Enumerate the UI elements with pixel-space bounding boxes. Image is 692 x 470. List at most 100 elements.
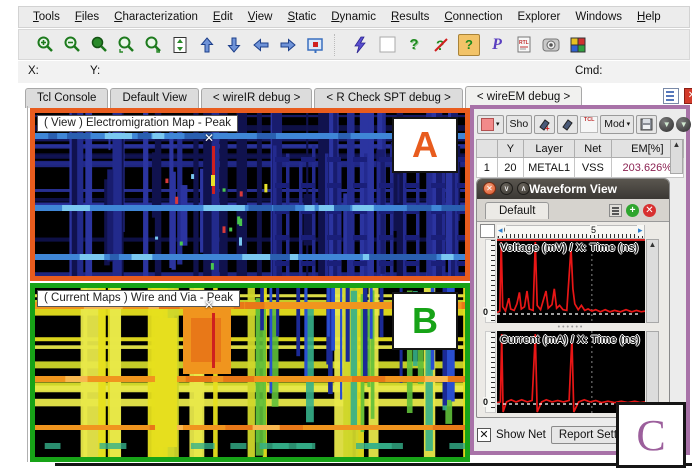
add-highlight-icon: + — [538, 118, 551, 131]
column-Net: Net — [575, 140, 612, 158]
annotation-c: C — [616, 402, 686, 468]
y-coordinate-label: Y: — [90, 65, 100, 77]
cell: METAL1 — [524, 158, 575, 178]
mode-dropdown[interactable]: Mod▾ — [600, 115, 634, 134]
highlight-color-button[interactable]: ▾ — [477, 115, 504, 134]
move-left-icon[interactable] — [251, 35, 271, 55]
plot-divider[interactable]: •••••• — [497, 323, 645, 331]
script-icon[interactable]: P — [487, 35, 507, 55]
menu-results[interactable]: Results — [391, 11, 429, 23]
column-Layer: Layer — [524, 140, 575, 158]
table-scrollbar[interactable]: ▲ — [670, 139, 683, 174]
menu-bar: Tools Files Characterization Edit View Static… — [18, 6, 690, 28]
current-waveform-plot[interactable]: Current (mA) / X: Time (ns) — [497, 331, 645, 413]
menu-windows[interactable]: Windows — [575, 11, 622, 23]
save-report-button[interactable] — [636, 115, 657, 134]
table-row[interactable]: 120METAL1VSS203.626% — [477, 158, 684, 178]
window-maximize-button[interactable]: ∧ — [517, 182, 530, 195]
report-settings-button[interactable]: Report Sett — [551, 426, 625, 444]
waveform-tab-default[interactable]: Default — [485, 202, 549, 219]
move-down-icon[interactable] — [224, 35, 244, 55]
selected-net-marker-b: ✕ — [204, 298, 214, 312]
tab-r-check-spt-debug[interactable]: < R Check SPT debug > — [314, 88, 462, 108]
waveform-view-window: Waveform View ✕ ∨ ∧ Default + ✕ 0 5 ◂ — [476, 178, 670, 418]
flash-icon[interactable] — [350, 35, 370, 55]
zoom-box-icon[interactable] — [116, 35, 136, 55]
snapshot-icon[interactable] — [305, 35, 325, 55]
add-highlight-button[interactable]: + — [534, 115, 555, 134]
report-icon[interactable]: RTL — [514, 35, 534, 55]
application-window: Tools Files Characterization Edit View Static… — [0, 0, 692, 470]
add-waveform-button[interactable]: + — [626, 204, 639, 217]
menu-dynamic[interactable]: Dynamic — [331, 11, 376, 23]
menu-connection[interactable]: Connection — [444, 11, 502, 23]
violation-line-a — [212, 146, 215, 194]
zoom-in-icon[interactable] — [35, 35, 55, 55]
save-icon — [640, 118, 653, 131]
table-header-row: YLayerNetEM[%] — [477, 140, 684, 158]
waveform-list-icon[interactable] — [609, 204, 622, 217]
nav-down-button-1[interactable]: ▼ — [659, 117, 674, 132]
menu-view[interactable]: View — [248, 11, 273, 23]
zoom-out-icon[interactable] — [62, 35, 82, 55]
move-up-icon[interactable] — [197, 35, 217, 55]
tab-wireir-debug[interactable]: < wireIR debug > — [201, 88, 313, 108]
coordinate-bar: X: Y: Cmd: — [18, 61, 690, 83]
cell: 1 — [477, 158, 498, 178]
current-map-panel[interactable]: ( Current Maps ) Wire and Via - Peak ✕ B — [30, 283, 470, 462]
svg-text:RTL: RTL — [519, 40, 529, 46]
show-net-label: Show Net — [496, 429, 546, 441]
toolbar: ??? P RTL — [18, 29, 690, 60]
waveform-window-title: Waveform View — [529, 182, 617, 196]
voltage-waveform-plot[interactable]: Voltage (mV) / X: Time (ns) — [497, 239, 645, 323]
zoom-full-icon[interactable] — [89, 35, 109, 55]
map-a-title: ( View ) Electromigration Map - Peak — [37, 115, 238, 132]
x-coordinate-label: X: — [28, 65, 39, 77]
close-waveform-button[interactable]: ✕ — [643, 204, 656, 217]
console-layout-icon[interactable] — [663, 88, 679, 104]
menu-characterization[interactable]: Characterization — [114, 11, 198, 23]
svg-text:+: + — [545, 124, 550, 131]
tcl-script-icon[interactable]: TCL — [580, 116, 598, 133]
toolbar-separator — [334, 34, 341, 56]
current-plot-label: Current (mA) / X: Time (ns) — [500, 334, 640, 346]
tab-tcl-console[interactable]: Tcl Console — [25, 88, 108, 108]
column-Y: Y — [497, 140, 524, 158]
time-axis-ruler[interactable]: 0 5 ◂ ▸ — [497, 225, 645, 239]
context-help-icon[interactable]: ? — [458, 34, 480, 56]
menu-files[interactable]: Files — [75, 11, 99, 23]
clear-highlight-button[interactable] — [557, 115, 578, 134]
menu-help[interactable]: Help — [637, 11, 661, 23]
help-off-icon[interactable]: ? — [431, 35, 451, 55]
waveform-tab-strip: Default + ✕ — [477, 199, 669, 222]
ruler-left-arrow-icon[interactable]: ◂ — [497, 225, 504, 236]
close-tab-icon[interactable]: ✕ — [684, 88, 692, 104]
show-button[interactable]: Sho — [506, 115, 533, 134]
results-toolbar: ▾ Sho + TCL Mod▾ — [477, 112, 691, 136]
electromigration-map-panel[interactable]: ( View ) Electromigration Map - Peak ✕ A — [30, 108, 470, 281]
menu-edit[interactable]: Edit — [213, 11, 233, 23]
current-plot-scrollbar[interactable]: ▲ — [646, 331, 659, 413]
window-minimize-button[interactable]: ∨ — [500, 182, 513, 195]
zoom-fit-icon[interactable] — [143, 35, 163, 55]
current-zero-label: 0 — [483, 397, 488, 407]
tab-default-view[interactable]: Default View — [110, 88, 198, 108]
show-net-checkbox[interactable]: ✕ — [477, 428, 491, 442]
nav-down-button-2[interactable]: ▼ — [676, 117, 691, 132]
move-right-icon[interactable] — [278, 35, 298, 55]
design-browser-icon[interactable] — [568, 35, 588, 55]
menu-tools[interactable]: Tools — [33, 11, 60, 23]
color-swatch — [481, 118, 494, 131]
em-results-table[interactable]: YLayerNetEM[%]120METAL1VSS203.626% — [476, 139, 684, 178]
menu-explorer[interactable]: Explorer — [518, 11, 561, 23]
window-close-button[interactable]: ✕ — [483, 182, 496, 195]
camera-icon[interactable] — [541, 35, 561, 55]
clear-highlight-icon — [561, 118, 574, 131]
figure-bottom-rule — [55, 463, 692, 466]
fit-page-icon[interactable] — [170, 35, 190, 55]
help-icon[interactable]: ? — [404, 35, 424, 55]
menu-static[interactable]: Static — [287, 11, 316, 23]
voltage-plot-scrollbar[interactable]: ▲ — [646, 239, 659, 323]
column-rownum — [477, 140, 498, 158]
ruler-right-arrow-icon[interactable]: ▸ — [637, 225, 644, 236]
